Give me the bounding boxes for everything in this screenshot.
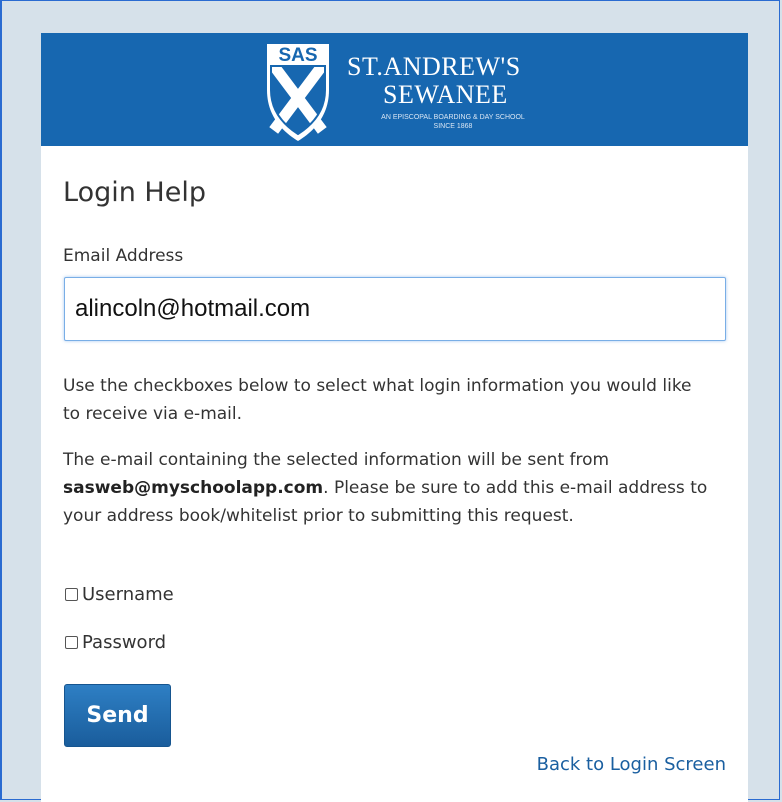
back-to-login-link[interactable]: Back to Login Screen <box>537 754 726 775</box>
school-name-line1: ST.ANDREW'S <box>347 52 521 81</box>
password-checkbox[interactable] <box>65 636 78 649</box>
school-banner: SAS ST.ANDREW'S SEWANEE AN EPISCOPAL BOA… <box>41 33 748 146</box>
send-button[interactable]: Send <box>64 684 171 747</box>
school-tagline: AN EPISCOPAL BOARDING & DAY SCHOOL SINCE… <box>381 114 525 130</box>
notice-text: The e-mail containing the selected infor… <box>63 446 713 530</box>
email-field[interactable] <box>64 277 726 341</box>
username-checkbox[interactable] <box>65 588 78 601</box>
school-crest-icon: SAS <box>267 44 329 141</box>
email-label: Email Address <box>63 246 184 266</box>
password-option[interactable]: Password <box>65 632 166 653</box>
school-name-line2: SEWANEE <box>383 80 508 109</box>
password-label: Password <box>82 632 167 653</box>
notice-prefix: The e-mail containing the selected infor… <box>63 450 610 470</box>
sender-email: sasweb@myschoolapp.com <box>63 478 324 498</box>
page-title: Login Help <box>63 177 206 208</box>
svg-text:SAS: SAS <box>278 45 317 66</box>
username-label: Username <box>82 584 174 605</box>
instructions-text: Use the checkboxes below to select what … <box>63 376 692 424</box>
username-option[interactable]: Username <box>65 584 174 605</box>
login-help-card: SAS ST.ANDREW'S SEWANEE AN EPISCOPAL BOA… <box>41 33 748 802</box>
